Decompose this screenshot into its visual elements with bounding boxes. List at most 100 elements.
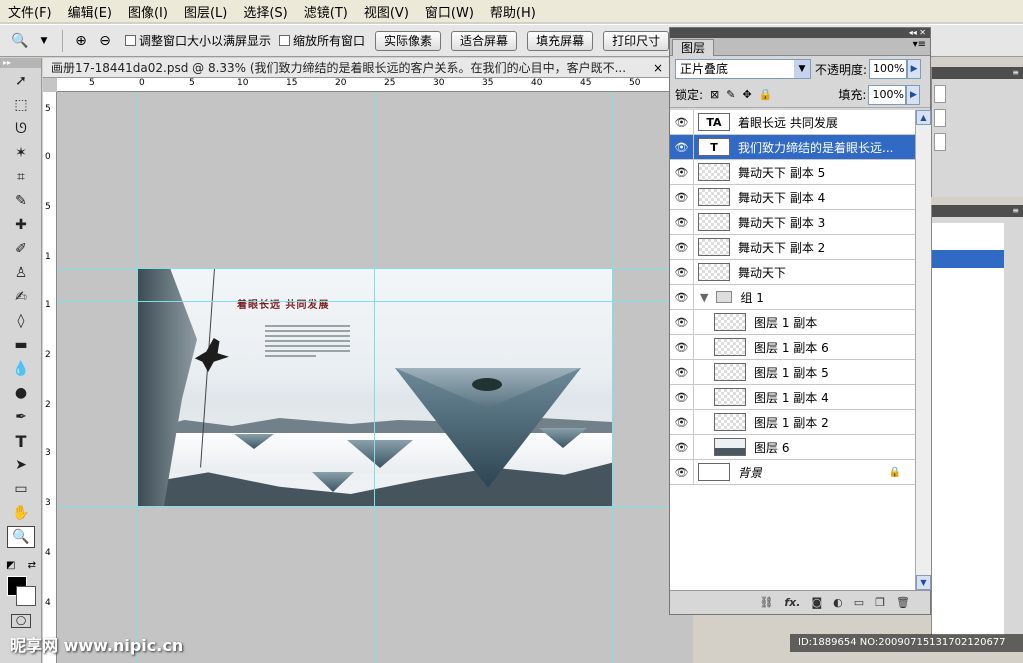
history-selected-item[interactable] — [932, 250, 1004, 268]
trash-icon[interactable]: 🗑 — [896, 596, 910, 609]
visibility-eye-icon[interactable]: 👁 — [670, 409, 694, 435]
panel-header[interactable]: ≡ — [932, 67, 1023, 79]
panel-collapse-bar[interactable]: ◂◂ ✕ — [670, 28, 930, 38]
eraser-tool-icon[interactable]: ◊ — [7, 310, 35, 332]
visibility-eye-icon[interactable]: 👁 — [670, 284, 694, 310]
menu-window[interactable]: 窗口(W) — [425, 2, 474, 21]
swap-colors-icon[interactable]: ⇄ — [28, 560, 36, 571]
layer-row[interactable]: 👁 图层 1 副本 4 — [670, 384, 915, 410]
group-icon[interactable]: ▭ — [854, 596, 864, 609]
lock-pixels-icon[interactable]: ✎ — [726, 88, 735, 101]
preset-dropdown-icon[interactable]: ▼ — [32, 30, 56, 52]
gradient-tool-icon[interactable]: ▬ — [7, 334, 35, 356]
actual-pixels-button[interactable]: 实际像素 — [375, 30, 442, 51]
layer-row[interactable]: 👁 图层 6 — [670, 434, 915, 460]
clone-stamp-tool-icon[interactable]: ♙ — [7, 262, 35, 284]
canvas-area[interactable]: 着眼长远 共同发展 — [58, 93, 693, 663]
guide-line[interactable] — [58, 506, 693, 507]
crop-tool-icon[interactable]: ⌗ — [7, 166, 35, 188]
opacity-input[interactable]: 100% — [869, 59, 908, 79]
vertical-ruler[interactable]: 5 0 5 1 1 2 2 3 3 4 4 — [43, 92, 57, 663]
lasso-tool-icon[interactable]: ᘎ — [7, 118, 35, 140]
print-size-button[interactable]: 打印尺寸 — [603, 30, 670, 51]
move-tool-icon[interactable]: ➚ — [7, 70, 35, 92]
menu-edit[interactable]: 编辑(E) — [68, 2, 112, 21]
background-color-swatch[interactable] — [16, 586, 36, 606]
link-icon[interactable]: ⛓ — [759, 596, 773, 609]
layer-row[interactable]: 👁 图层 1 副本 5 — [670, 359, 915, 385]
layer-row-selected[interactable]: 👁 T 我们致力缔结的是着眼长远... — [670, 134, 915, 160]
layer-row[interactable]: 👁 图层 1 副本 — [670, 309, 915, 335]
guide-line[interactable] — [374, 93, 375, 663]
fx-icon[interactable]: fx. — [784, 596, 800, 609]
expand-triangle-icon[interactable]: ▼ — [700, 291, 708, 304]
layers-scrollbar[interactable]: ▲ ▼ — [915, 110, 931, 590]
layer-row[interactable]: 👁 舞动天下 — [670, 259, 915, 285]
background-layer-row[interactable]: 👁 背景 🔒 — [670, 459, 915, 485]
zoom-tool-preset-icon[interactable]: 🔍 — [8, 30, 32, 52]
pen-tool-icon[interactable]: ✒ — [7, 406, 35, 428]
lock-transparency-icon[interactable]: ⊠ — [710, 88, 719, 101]
zoom-out-icon[interactable]: ⊖ — [93, 30, 117, 52]
scroll-up-icon[interactable]: ▲ — [916, 110, 931, 125]
blend-mode-select[interactable]: 正片叠底 ▼ — [675, 59, 811, 79]
guide-line[interactable] — [137, 93, 138, 663]
visibility-eye-icon[interactable]: 👁 — [670, 110, 694, 135]
layer-row[interactable]: 👁 舞动天下 副本 3 — [670, 209, 915, 235]
visibility-eye-icon[interactable]: 👁 — [670, 259, 694, 285]
panel-header[interactable]: ≡ — [932, 205, 1023, 217]
visibility-eye-icon[interactable]: 👁 — [670, 309, 694, 335]
resize-window-checkbox[interactable]: 调整窗口大小以满屏显示 — [125, 32, 271, 49]
marquee-tool-icon[interactable]: ⬚ — [7, 94, 35, 116]
visibility-eye-icon[interactable]: 👁 — [670, 459, 694, 485]
dodge-tool-icon[interactable]: ● — [7, 382, 35, 404]
menu-select[interactable]: 选择(S) — [243, 2, 287, 21]
visibility-eye-icon[interactable]: 👁 — [670, 359, 694, 385]
layer-row[interactable]: 👁 舞动天下 副本 2 — [670, 234, 915, 260]
visibility-eye-icon[interactable]: 👁 — [670, 134, 694, 160]
zoom-tool-icon[interactable]: 🔍 — [7, 526, 35, 548]
layer-row[interactable]: 👁 图层 1 副本 6 — [670, 334, 915, 360]
palette-grip[interactable]: ▸▸ — [0, 58, 41, 68]
new-layer-icon[interactable]: ❐ — [875, 596, 885, 609]
quick-mask-icon[interactable]: ◯ — [11, 614, 31, 628]
brush-tool-icon[interactable]: ✐ — [7, 238, 35, 260]
healing-brush-tool-icon[interactable]: ✚ — [7, 214, 35, 236]
fill-screen-button[interactable]: 填充屏幕 — [527, 30, 594, 51]
mask-icon[interactable]: ◙ — [811, 596, 822, 609]
fill-input[interactable]: 100% — [868, 84, 907, 105]
guide-line[interactable] — [58, 268, 693, 269]
hand-tool-icon[interactable]: ✋ — [7, 502, 35, 524]
visibility-eye-icon[interactable]: 👁 — [670, 184, 694, 210]
visibility-eye-icon[interactable]: 👁 — [670, 334, 694, 360]
menu-filter[interactable]: 滤镜(T) — [304, 2, 348, 21]
guide-line[interactable] — [612, 93, 613, 663]
visibility-eye-icon[interactable]: 👁 — [670, 434, 694, 460]
lock-all-icon[interactable]: 🔒 — [759, 88, 773, 101]
fit-screen-button[interactable]: 适合屏幕 — [451, 30, 518, 51]
opacity-slider-icon[interactable]: ▶ — [907, 59, 922, 79]
menu-view[interactable]: 视图(V) — [364, 2, 409, 21]
history-brush-tool-icon[interactable]: ✍ — [7, 286, 35, 308]
tab-layers[interactable]: 图层 — [672, 39, 715, 56]
fill-slider-icon[interactable]: ▶ — [906, 84, 921, 105]
eyedropper-tool-icon[interactable]: ✎ — [7, 190, 35, 212]
horizontal-ruler[interactable]: 5 0 5 10 15 20 25 30 35 40 45 50 — [57, 78, 693, 92]
layer-row[interactable]: 👁 舞动天下 副本 5 — [670, 159, 915, 185]
adjustment-icon[interactable]: ◐ — [833, 596, 843, 609]
panel-menu-icon[interactable]: ▾≡ — [913, 39, 926, 50]
layer-row[interactable]: 👁 图层 1 副本 2 — [670, 409, 915, 435]
zoom-in-icon[interactable]: ⊕ — [69, 30, 93, 52]
visibility-eye-icon[interactable]: 👁 — [670, 384, 694, 410]
menu-help[interactable]: 帮助(H) — [490, 2, 536, 21]
scroll-down-icon[interactable]: ▼ — [916, 575, 931, 590]
magic-wand-tool-icon[interactable]: ✶ — [7, 142, 35, 164]
visibility-eye-icon[interactable]: 👁 — [670, 159, 694, 185]
default-colors-icon[interactable]: ◩ — [6, 560, 15, 571]
guide-line[interactable] — [58, 301, 693, 302]
layer-group-row[interactable]: 👁 ▼ 组 1 — [670, 284, 915, 310]
menu-image[interactable]: 图像(I) — [128, 2, 168, 21]
blur-tool-icon[interactable]: 💧 — [7, 358, 35, 380]
menu-layer[interactable]: 图层(L) — [184, 2, 227, 21]
menu-file[interactable]: 文件(F) — [8, 2, 52, 21]
